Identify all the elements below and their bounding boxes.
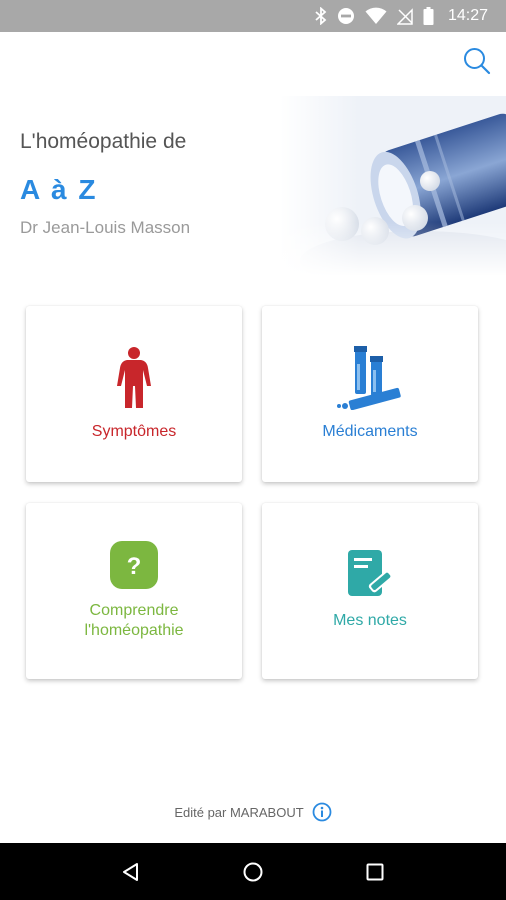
info-icon[interactable] xyxy=(312,802,332,822)
comprendre-label-line1: Comprendre xyxy=(89,602,179,619)
status-bar: 14:27 xyxy=(0,0,506,32)
medicaments-label: Médicaments xyxy=(322,423,418,440)
home-icon xyxy=(243,862,263,881)
footer: Edité par MARABOUT xyxy=(0,798,506,826)
recents-button[interactable] xyxy=(355,852,395,892)
comprendre-label-line2: l'homéopathie xyxy=(84,622,184,639)
svg-text:?: ? xyxy=(127,553,142,580)
publisher-text: Edité par MARABOUT xyxy=(174,804,304,820)
recents-icon xyxy=(366,863,384,880)
comprendre-card[interactable]: ? Comprendre l'homéopathie xyxy=(26,503,242,679)
battery-icon xyxy=(423,7,434,25)
hero-title: A à Z xyxy=(20,174,98,205)
question-icon: ? xyxy=(110,541,158,589)
hero-author: Dr Jean-Louis Masson xyxy=(20,218,191,237)
no-signal-icon xyxy=(396,7,413,25)
mes-notes-card[interactable]: Mes notes xyxy=(262,503,478,679)
mes-notes-label: Mes notes xyxy=(333,612,407,629)
back-icon xyxy=(123,862,138,881)
do-not-disturb-icon xyxy=(337,7,355,25)
medicaments-card[interactable]: Médicaments xyxy=(262,306,478,482)
symptomes-card[interactable]: Symptômes xyxy=(26,306,242,482)
hero-banner: L'homéopathie de A à Z Dr Jean-Louis Mas… xyxy=(0,96,506,276)
bluetooth-icon xyxy=(315,7,327,25)
home-button[interactable] xyxy=(233,852,273,892)
symptomes-label: Symptômes xyxy=(91,423,177,440)
navigation-bar xyxy=(0,843,506,900)
medicine-tubes-icon xyxy=(337,346,401,410)
status-time: 14:27 xyxy=(447,7,488,24)
hero-medicine-image xyxy=(280,96,506,276)
back-button[interactable] xyxy=(111,852,151,892)
hero-subtitle: L'homéopathie de xyxy=(20,130,187,153)
search-button[interactable] xyxy=(462,46,492,76)
search-icon xyxy=(464,48,491,75)
notes-icon xyxy=(348,550,392,596)
human-body-icon xyxy=(117,347,151,408)
wifi-icon xyxy=(365,7,387,25)
